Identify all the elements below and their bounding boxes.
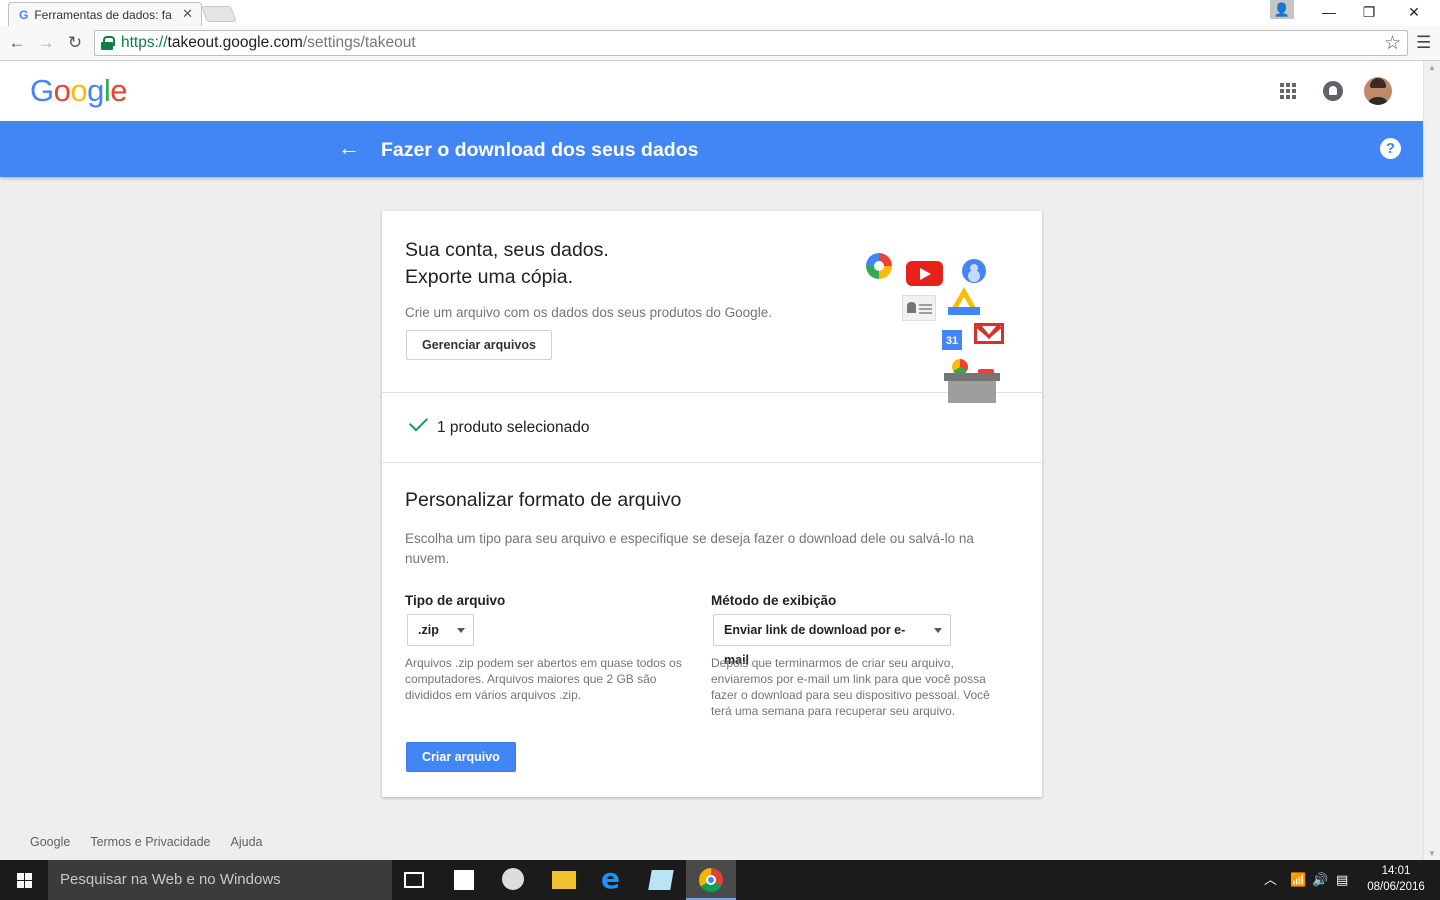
help-icon[interactable]: ?	[1380, 138, 1401, 159]
close-window-button[interactable]: ✕	[1391, 2, 1437, 22]
delivery-method-label: Método de exibição	[711, 593, 837, 608]
browser-tab-active[interactable]: G Ferramentas de dados: fa ✕	[8, 2, 202, 26]
url-host: takeout.google.com	[167, 34, 303, 51]
reload-icon[interactable]: ↻	[64, 32, 86, 54]
google-favicon-icon: G	[19, 7, 29, 22]
footer-link-help[interactable]: Ajuda	[231, 835, 263, 849]
new-tab-button[interactable]	[201, 6, 237, 22]
contact-card-icon	[902, 295, 936, 321]
youtube-icon	[906, 261, 943, 286]
clock-date: 08/06/2016	[1367, 881, 1425, 893]
format-description: Escolha um tipo para seu arquivo e espec…	[405, 531, 974, 566]
volume-icon[interactable]: 🔊	[1312, 860, 1328, 900]
intro-section: Sua conta, seus dados. Exporte uma cópia…	[382, 211, 1042, 403]
footer-link-terms-privacy[interactable]: Termos e Privacidade	[90, 835, 210, 849]
file-type-label: Tipo de arquivo	[405, 593, 506, 608]
picasa-icon	[866, 253, 892, 279]
delivery-method-select[interactable]: Enviar link de download por e-mail	[713, 614, 951, 667]
tab-close-icon[interactable]: ✕	[182, 6, 193, 22]
google-logo[interactable]: Google	[30, 73, 128, 109]
file-type-value: .zip	[418, 623, 439, 637]
url-scheme: https://	[121, 34, 168, 51]
format-title: Personalizar formato de arquivo	[405, 489, 682, 511]
browser-toolbar: ← → ↻ https:// takeout.google.com /setti…	[0, 26, 1440, 61]
page-title: Fazer o download dos seus dados	[381, 139, 699, 161]
page-content: Google ← Fazer o download dos seus dados…	[0, 61, 1423, 860]
forward-icon[interactable]: →	[35, 32, 57, 54]
task-view-icon[interactable]	[404, 872, 424, 888]
products-selected-section[interactable]: 1 produto selecionado	[382, 393, 1042, 463]
wifi-icon[interactable]: 📶	[1290, 860, 1306, 900]
taskbar-clock[interactable]: 14:01 08/06/2016	[1366, 863, 1426, 895]
format-section: Personalizar formato de arquivo Escolha …	[382, 463, 1042, 797]
create-archive-button[interactable]: Criar arquivo	[406, 742, 516, 772]
footer-link-google[interactable]: Google	[30, 835, 70, 849]
scroll-down-icon[interactable]: ▼	[1428, 849, 1436, 858]
page-footer: Google Termos e Privacidade Ajuda	[30, 835, 263, 849]
delivery-method-help: Depois que terminarmos de criar seu arqu…	[711, 656, 990, 718]
intro-description: Crie um arquivo com os dados dos seus pr…	[405, 305, 772, 320]
edge-icon[interactable]: e	[601, 862, 625, 895]
chevron-down-icon	[457, 628, 465, 633]
chrome-menu-icon[interactable]: ☰	[1416, 33, 1431, 53]
chrome-taskbar-icon[interactable]	[699, 868, 723, 892]
checkmark-icon	[408, 412, 429, 432]
contacts-icon	[962, 259, 986, 283]
taskbar-search-input[interactable]: Pesquisar na Web e no Windows	[48, 860, 392, 900]
apps-grid-icon[interactable]	[1280, 83, 1296, 99]
action-center-icon[interactable]: ▤	[1336, 860, 1348, 900]
chevron-down-icon	[934, 628, 942, 633]
file-type-select[interactable]: .zip	[407, 614, 474, 646]
back-arrow-icon[interactable]: ←	[338, 135, 360, 161]
scroll-up-icon[interactable]: ▲	[1428, 63, 1436, 72]
windows-start-icon[interactable]	[0, 860, 48, 900]
profile-user-icon[interactable]: 👤	[1270, 0, 1294, 19]
products-selected-text: 1 produto selecionado	[437, 419, 590, 436]
intro-headline: Sua conta, seus dados. Exporte uma cópia…	[405, 239, 609, 288]
google-header: Google	[0, 61, 1423, 121]
bookmark-star-icon[interactable]: ☆	[1384, 32, 1401, 55]
vertical-scrollbar[interactable]: ▲ ▼	[1423, 61, 1440, 860]
tray-chevron-icon[interactable]: ︿	[1264, 860, 1277, 900]
back-icon[interactable]: ←	[6, 32, 28, 54]
store-icon[interactable]	[454, 870, 474, 890]
gmail-icon	[974, 323, 1004, 344]
address-bar[interactable]: https:// takeout.google.com /settings/ta…	[94, 30, 1408, 56]
notepad-icon[interactable]	[648, 870, 674, 890]
products-illustration: 31	[862, 251, 1022, 403]
tab-title: Ferramentas de dados: fa	[34, 7, 172, 22]
url-path: /settings/takeout	[302, 34, 416, 51]
page-header-bar: ← Fazer o download dos seus dados ?	[0, 121, 1423, 177]
file-explorer-icon[interactable]	[552, 871, 576, 889]
manage-archives-button[interactable]: Gerenciar arquivos	[406, 330, 552, 360]
file-type-help: Arquivos .zip podem ser abertos em quase…	[405, 656, 682, 702]
notifications-bell-icon[interactable]	[1323, 81, 1343, 101]
browser-titlebar: G Ferramentas de dados: fa ✕ 👤 — ❐ ✕	[0, 0, 1440, 26]
takeout-card: Sua conta, seus dados. Exporte uma cópia…	[382, 211, 1042, 797]
lock-icon	[101, 36, 115, 50]
calendar-icon: 31	[942, 330, 962, 350]
avatar[interactable]	[1364, 77, 1392, 105]
paint-icon[interactable]	[502, 868, 524, 890]
restore-button[interactable]: ❐	[1346, 2, 1392, 22]
clock-time: 14:01	[1381, 865, 1411, 877]
windows-taskbar: Pesquisar na Web e no Windows e ︿ 📶 🔊 ▤ …	[0, 860, 1440, 900]
